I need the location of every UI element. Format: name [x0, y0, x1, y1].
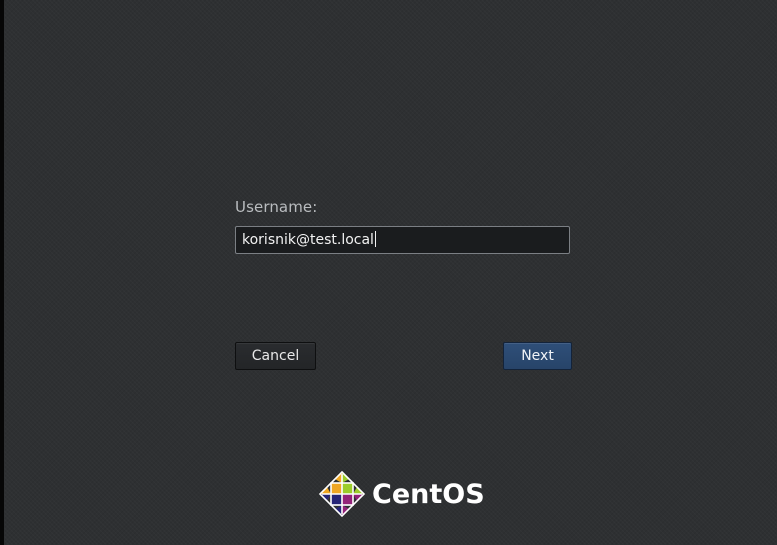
centos-logo-text: CentOS — [372, 478, 485, 510]
username-label: Username: — [235, 198, 318, 216]
cancel-button[interactable]: Cancel — [235, 342, 316, 370]
username-input[interactable]: korisnik@test.local — [235, 226, 570, 254]
login-screen — [4, 0, 777, 545]
next-button[interactable]: Next — [503, 342, 572, 370]
centos-logo-icon — [318, 470, 366, 518]
username-input-value: korisnik@test.local — [242, 232, 374, 248]
text-caret — [374, 231, 376, 247]
centos-logo: CentOS — [318, 469, 485, 519]
